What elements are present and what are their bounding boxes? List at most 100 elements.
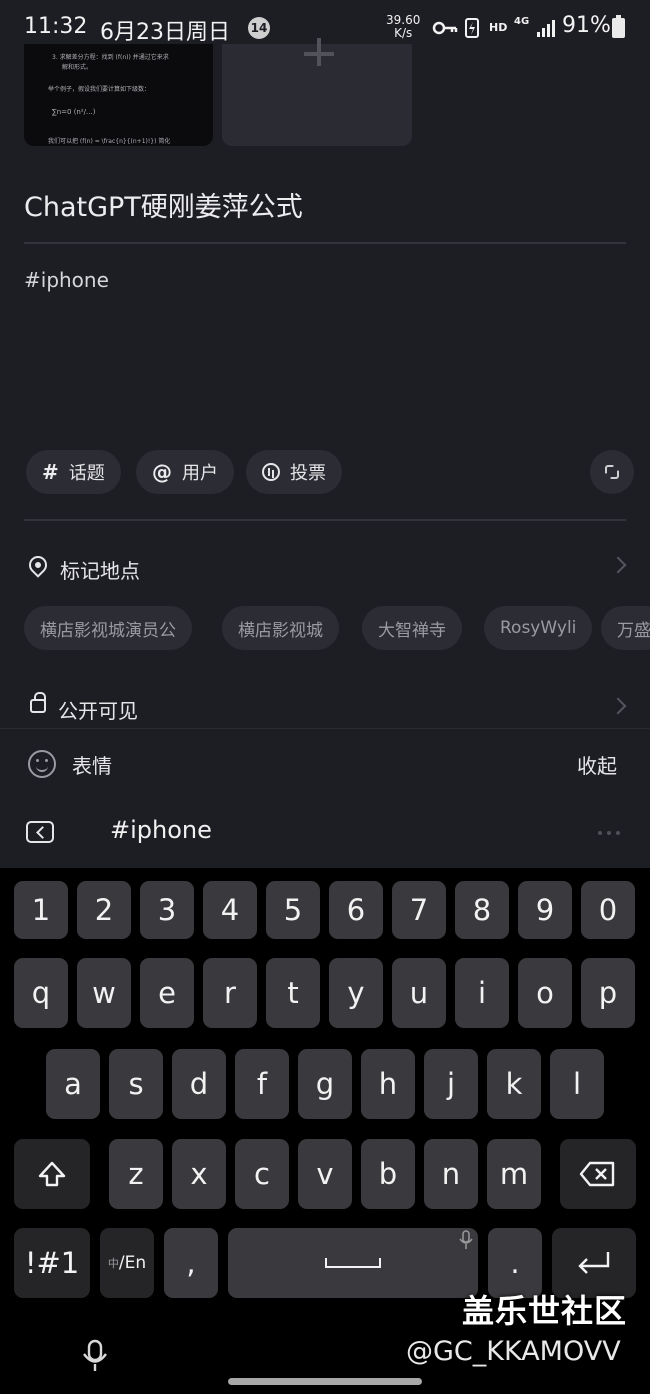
language-key-label: /En — [118, 1253, 147, 1273]
key[interactable]: 1 — [14, 881, 68, 939]
microphone-icon[interactable] — [80, 1339, 110, 1373]
hd-icon: HD — [489, 21, 508, 34]
thumbnail-text-2: 解和形式。 — [62, 64, 93, 71]
watermark-site: 盖乐世社区 — [462, 1292, 628, 1330]
location-chip[interactable]: 横店影视城演员公 — [24, 606, 192, 650]
enter-icon — [578, 1252, 610, 1274]
battery-icon — [612, 15, 625, 38]
key[interactable]: c — [235, 1139, 289, 1209]
voice-input-small-icon — [459, 1230, 473, 1249]
key[interactable]: 9 — [518, 881, 572, 939]
user-label: 用户 — [182, 463, 218, 484]
chevron-right-icon — [609, 697, 627, 715]
key[interactable]: 3 — [140, 881, 194, 939]
key[interactable]: d — [172, 1049, 226, 1119]
emoji-bar: 表情 收起 — [0, 728, 650, 794]
key[interactable]: j — [424, 1049, 478, 1119]
space-key[interactable] — [228, 1228, 478, 1298]
key[interactable]: e — [140, 958, 194, 1028]
key[interactable]: k — [487, 1049, 541, 1119]
post-title[interactable]: ChatGPT硬刚姜萍公式 — [24, 185, 303, 224]
key[interactable]: r — [203, 958, 257, 1028]
thumbnail-text-4: ∑n=0 (n²/...) — [52, 108, 96, 116]
network-type-icon: 4G — [514, 16, 530, 27]
backspace-key[interactable] — [560, 1139, 636, 1209]
status-bar: 11:32 6月23日周日 14 39.60 K/s HD 4G 91% — [0, 0, 650, 46]
key-icon — [432, 21, 458, 35]
expand-icon — [605, 465, 619, 479]
hashtag-icon: # — [42, 460, 59, 484]
key[interactable]: 6 — [329, 881, 383, 939]
more-options-icon[interactable] — [598, 831, 602, 835]
key[interactable]: v — [298, 1139, 352, 1209]
key[interactable]: y — [329, 958, 383, 1028]
key[interactable]: h — [361, 1049, 415, 1119]
home-indicator[interactable] — [228, 1378, 422, 1385]
vote-label: 投票 — [290, 463, 326, 484]
location-chip[interactable]: RosyWyli — [484, 606, 593, 650]
key[interactable]: n — [424, 1139, 478, 1209]
key[interactable]: z — [109, 1139, 163, 1209]
key[interactable]: b — [361, 1139, 415, 1209]
add-image-button[interactable] — [222, 38, 412, 146]
status-date: 6月23日周日 — [100, 20, 230, 45]
mention-user-button[interactable]: @ 用户 — [136, 450, 234, 494]
battery-saver-icon — [465, 18, 479, 38]
key[interactable]: t — [266, 958, 320, 1028]
location-chip[interactable]: 横店影视城 — [222, 606, 339, 650]
chevron-right-icon — [609, 556, 627, 574]
shift-key[interactable] — [14, 1139, 90, 1209]
poll-icon — [262, 463, 280, 481]
thumbnail-text-1: 3. 求解差分方程：找到 (f(n)) 并通过它来求 — [52, 54, 169, 61]
keyboard-back-icon[interactable] — [26, 821, 54, 843]
key[interactable]: u — [392, 958, 446, 1028]
key[interactable]: q — [14, 958, 68, 1028]
battery-percent: 91% — [562, 13, 611, 38]
network-speed-unit: K/s — [394, 26, 413, 40]
expand-editor-button[interactable] — [590, 450, 634, 494]
key[interactable]: g — [298, 1049, 352, 1119]
network-speed: 39.60 K/s — [386, 14, 420, 40]
suggestion-word[interactable]: #iphone — [110, 816, 212, 844]
key[interactable]: 2 — [77, 881, 131, 939]
attached-image-thumbnail[interactable]: 3. 求解差分方程：找到 (f(n)) 并通过它来求 解和形式。 举个例子，假设… — [24, 44, 213, 146]
key[interactable]: 0 — [581, 881, 635, 939]
network-speed-value: 39.60 — [386, 13, 421, 27]
key[interactable]: w — [77, 958, 131, 1028]
backspace-icon — [579, 1161, 615, 1187]
key[interactable]: a — [46, 1049, 100, 1119]
key[interactable]: m — [487, 1139, 541, 1209]
signal-icon — [537, 20, 555, 37]
location-chip[interactable]: 大智禅寺 — [362, 606, 462, 650]
topic-label: 话题 — [68, 463, 105, 484]
comma-key[interactable]: , — [164, 1228, 218, 1298]
key[interactable]: f — [235, 1049, 289, 1119]
toolbar-divider — [24, 519, 626, 521]
at-icon: @ — [152, 460, 172, 484]
vote-button[interactable]: 投票 — [246, 450, 342, 494]
emoji-label[interactable]: 表情 — [72, 750, 112, 779]
key[interactable]: 4 — [203, 881, 257, 939]
key[interactable]: o — [518, 958, 572, 1028]
key[interactable]: i — [455, 958, 509, 1028]
visibility-label: 公开可见 — [58, 699, 138, 723]
collapse-button[interactable]: 收起 — [577, 750, 617, 779]
emoji-icon[interactable] — [28, 750, 56, 778]
symbols-key[interactable]: !#1 — [14, 1228, 90, 1298]
location-chip[interactable]: 万盛 — [601, 606, 650, 650]
space-icon — [325, 1258, 381, 1268]
key[interactable]: 8 — [455, 881, 509, 939]
watermark-handle: @GC_KKAMOVV — [406, 1336, 621, 1367]
thumbnail-text-5: 我们可以把 (f(n) = \frac{n}{(n+1)!}) 简化 — [48, 138, 171, 145]
key[interactable]: p — [581, 958, 635, 1028]
language-switch-key[interactable]: 中 /En — [100, 1228, 154, 1298]
location-label: 标记地点 — [60, 559, 140, 583]
topic-button[interactable]: # 话题 — [26, 450, 121, 494]
language-key-small: 中 — [107, 1257, 119, 1270]
key[interactable]: s — [109, 1049, 163, 1119]
key[interactable]: 7 — [392, 881, 446, 939]
key[interactable]: 5 — [266, 881, 320, 939]
key[interactable]: x — [172, 1139, 226, 1209]
post-body-input[interactable]: #iphone — [24, 268, 109, 292]
key[interactable]: l — [550, 1049, 604, 1119]
